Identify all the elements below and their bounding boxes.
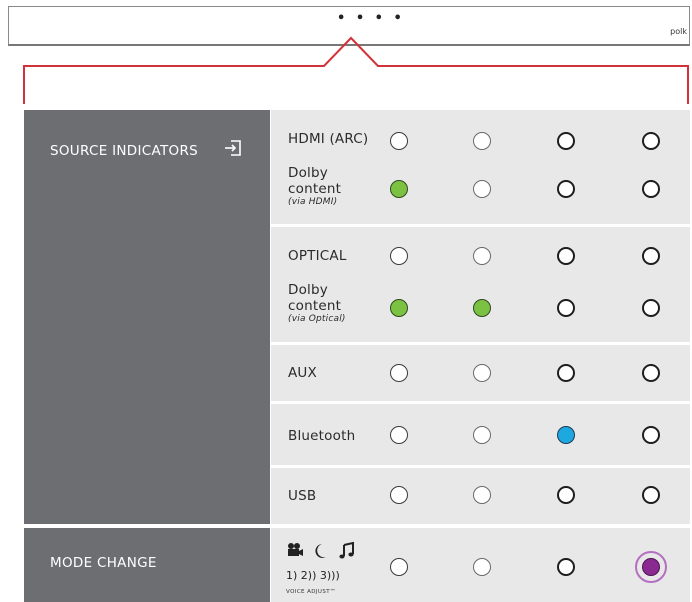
mode-change-title: MODE CHANGE	[50, 555, 157, 571]
dolby-hdmi-note: (via HDMI)	[288, 197, 338, 207]
dolby-hdmi-line2: content	[288, 181, 342, 197]
row-label-dolby-optical: Dolby content (via Optical)	[288, 282, 346, 324]
music-note-icon	[339, 541, 354, 559]
led-usb-1	[390, 486, 408, 504]
row-label-usb: USB	[288, 488, 317, 504]
mode-change-panel: MODE CHANGE	[24, 528, 270, 602]
row-label-dolby-hdmi: Dolby content (via HDMI)	[288, 165, 341, 207]
led-bluetooth-2	[473, 426, 491, 444]
led-bluetooth-3	[557, 426, 575, 444]
led-bluetooth-1	[390, 426, 408, 444]
row-label-hdmi: HDMI (ARC)	[288, 131, 369, 147]
row-label-optical: OPTICAL	[288, 248, 347, 264]
voice-adjust-label: VOICE ADJUST™	[286, 589, 336, 595]
led-dolby-optical-2	[473, 299, 491, 317]
led-hdmi-3	[557, 132, 575, 150]
source-indicators-title: SOURCE INDICATORS	[50, 143, 199, 159]
led-mode-2	[473, 558, 491, 576]
led-usb-3	[557, 486, 575, 504]
row-label-aux: AUX	[288, 365, 317, 381]
led-dolby-hdmi-1	[390, 180, 408, 198]
led-dolby-hdmi-4	[642, 180, 660, 198]
led-aux-3	[557, 364, 575, 382]
left-column: SOURCE INDICATORS MODE CHANGE	[24, 110, 270, 602]
led-mode-3	[557, 558, 575, 576]
led-optical-1	[390, 247, 408, 265]
led-dolby-optical-4	[642, 299, 660, 317]
led-aux-4	[642, 364, 660, 382]
led-hdmi-1	[390, 132, 408, 150]
dolby-hdmi-line1: Dolby	[288, 165, 328, 181]
led-optical-4	[642, 247, 660, 265]
callout-bracket	[23, 36, 689, 104]
led-mode-1	[390, 558, 408, 576]
night-moon-icon	[315, 544, 326, 558]
led-optical-3	[557, 247, 575, 265]
mode-icons	[288, 541, 354, 559]
led-mode-4	[642, 558, 660, 576]
led-hdmi-4	[642, 132, 660, 150]
led-dolby-optical-1	[390, 299, 408, 317]
led-dolby-hdmi-3	[557, 180, 575, 198]
input-icon	[225, 140, 241, 156]
dolby-optical-line1: Dolby	[288, 282, 328, 298]
source-indicators-panel: SOURCE INDICATORS	[24, 110, 270, 524]
led-dolby-hdmi-2	[473, 180, 491, 198]
row-label-bluetooth: Bluetooth	[288, 428, 356, 444]
led-usb-2	[473, 486, 491, 504]
voice-adjust-levels: 1) 2)) 3)))	[286, 569, 340, 582]
led-dolby-optical-3	[557, 299, 575, 317]
led-bluetooth-4	[642, 426, 660, 444]
dolby-optical-note: (via Optical)	[288, 314, 346, 324]
movie-camera-icon	[288, 543, 303, 556]
led-optical-2	[473, 247, 491, 265]
led-hdmi-2	[473, 132, 491, 150]
led-usb-4	[642, 486, 660, 504]
led-aux-2	[473, 364, 491, 382]
led-aux-1	[390, 364, 408, 382]
dolby-optical-line2: content	[288, 298, 342, 314]
